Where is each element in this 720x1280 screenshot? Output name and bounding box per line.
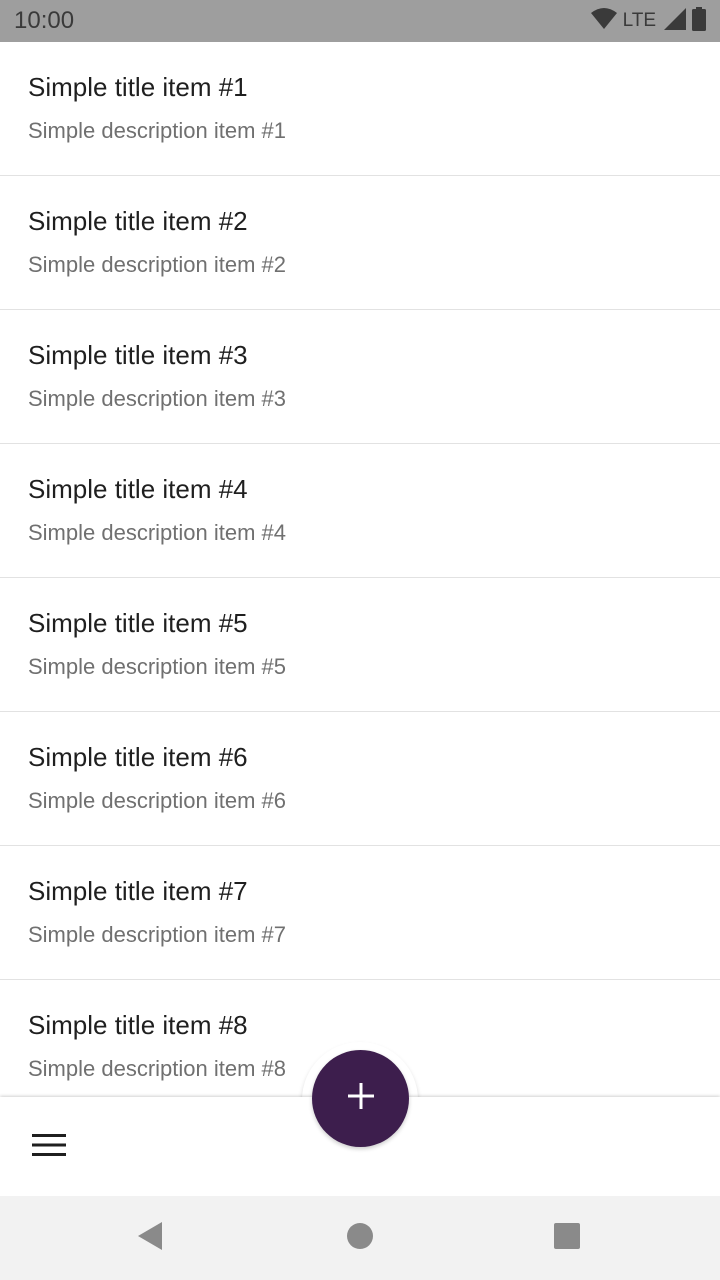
item-description: Simple description item #5 [28,654,287,679]
home-icon [346,1222,374,1255]
list-item[interactable]: Simple title item #7 Simple description … [0,846,720,980]
status-time: 10:00 [14,7,75,34]
add-icon [347,1082,375,1115]
list-item[interactable]: Simple title item #3 Simple description … [0,310,720,444]
status-bar: 10:00 LTE [0,0,720,42]
item-title: Simple title item #8 [28,1010,248,1040]
add-fab-button[interactable] [312,1050,409,1147]
item-title: Simple title item #1 [28,72,248,102]
recents-button[interactable] [545,1216,589,1260]
item-title: Simple title item #3 [28,340,248,370]
wifi-icon [590,7,617,35]
back-button[interactable] [128,1216,172,1260]
system-nav-bar [0,1196,720,1280]
item-description: Simple description item #2 [28,252,287,277]
item-description: Simple description item #3 [28,386,287,411]
menu-icon [32,1133,66,1162]
item-title: Simple title item #2 [28,206,248,236]
home-button[interactable] [338,1216,382,1260]
item-description: Simple description item #6 [28,788,287,813]
list-item[interactable]: Simple title item #4 Simple description … [0,444,720,578]
item-title: Simple title item #5 [28,608,248,638]
menu-button[interactable] [22,1124,76,1170]
back-icon [136,1220,164,1257]
item-description: Simple description item #8 [28,1056,287,1081]
list-item[interactable]: Simple title item #2 Simple description … [0,176,720,310]
network-type: LTE [622,10,656,31]
list-item[interactable]: Simple title item #5 Simple description … [0,578,720,712]
battery-icon [692,6,706,36]
item-description: Simple description item #4 [28,520,287,545]
signal-icon [664,7,686,35]
item-description: Simple description item #7 [28,922,287,947]
item-title: Simple title item #7 [28,876,248,906]
app-screen: 10:00 LTE Simple title item #1 Simple de… [0,0,720,1280]
list-item[interactable]: Simple title item #1 Simple description … [0,42,720,176]
status-icons: LTE [590,6,706,36]
item-title: Simple title item #4 [28,474,248,504]
item-description: Simple description item #1 [28,118,287,143]
list-item[interactable]: Simple title item #6 Simple description … [0,712,720,846]
item-title: Simple title item #6 [28,742,248,772]
recents-icon [553,1222,581,1255]
item-list: Simple title item #1 Simple description … [0,42,720,1098]
